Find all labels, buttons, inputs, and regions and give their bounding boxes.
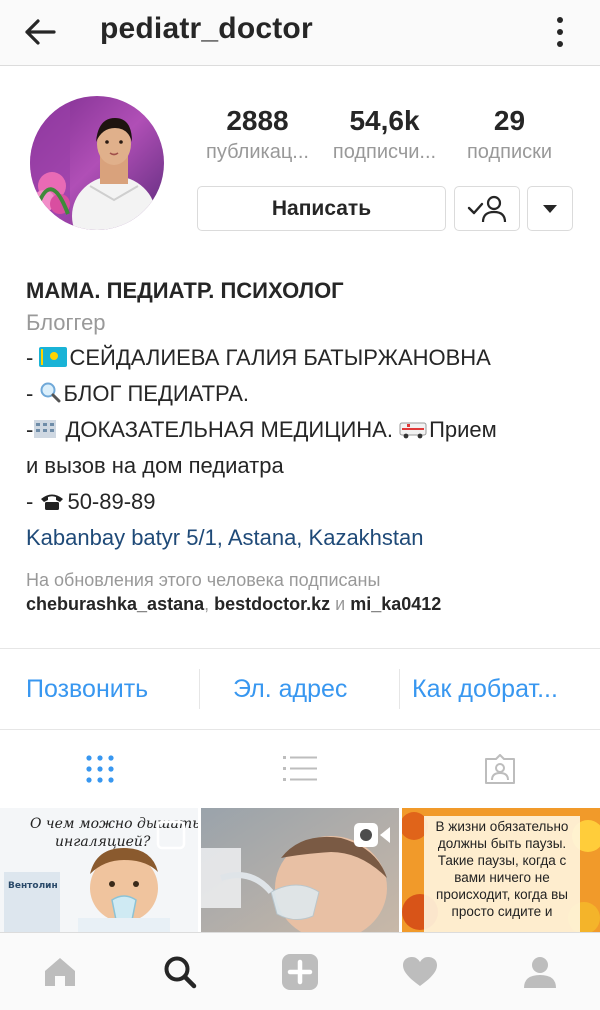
- posts-grid: О чем можно дышать ингаляцией? Вентолин: [0, 808, 600, 932]
- ambulance-emoji-icon: [399, 422, 427, 439]
- tab-list[interactable]: [200, 730, 400, 808]
- post-text: В жизни обязательно должны быть паузы. Т…: [435, 819, 569, 919]
- post-thumbnail[interactable]: В жизни обязательно должны быть паузы. Т…: [402, 808, 600, 932]
- bottom-navigation: [0, 932, 600, 1010]
- bio-line-text: СЕЙДАЛИЕВА ГАЛИЯ БАТЫРЖАНОВНА: [69, 345, 491, 370]
- following-count-label: подписки: [466, 141, 553, 163]
- tab-tagged[interactable]: [400, 730, 600, 808]
- following-check-icon: [467, 195, 507, 222]
- chevron-down-icon: [543, 204, 557, 213]
- posts-count-label: публикац...: [206, 141, 309, 163]
- home-icon: [45, 958, 75, 986]
- email-button[interactable]: Эл. адрес: [233, 649, 393, 729]
- bio-line-prefix: -: [26, 381, 40, 406]
- followed-by-user[interactable]: bestdoctor.kz: [214, 594, 330, 614]
- profile-username: pediatr_doctor: [100, 12, 313, 45]
- nav-home[interactable]: [0, 933, 120, 1010]
- profile-stats: 2888 публикац... 54,6k подписчи... 29 по…: [196, 104, 566, 174]
- bio-phone-text: 50-89-89: [67, 489, 156, 514]
- contact-actions: Позвонить Эл. адрес Как добрат...: [0, 648, 600, 730]
- separator-and: и: [330, 594, 351, 614]
- top-bar: pediatr_doctor: [0, 0, 600, 66]
- profile-location[interactable]: Kabanbay batyr 5/1, Astana, Kazakhstan: [26, 520, 586, 556]
- profile-bio: МАМА. ПЕДИАТР. ПСИХОЛОГ Блоггер - СЕЙДАЛ…: [26, 276, 586, 556]
- hospital-emoji-icon: [34, 420, 57, 438]
- followers-count-label: подписчи...: [332, 141, 437, 163]
- following-count[interactable]: 29 подписки: [448, 104, 571, 166]
- bio-line: - БЛОГ ПЕДИАТРА.: [26, 376, 586, 412]
- add-icon: [282, 954, 318, 990]
- directions-button[interactable]: Как добрат...: [412, 649, 592, 729]
- followers-count[interactable]: 54,6k подписчи...: [323, 104, 446, 166]
- bio-line: - ДОКАЗАТЕЛЬНАЯ МЕДИЦИНА. Прием: [26, 412, 586, 448]
- divider: [199, 669, 200, 709]
- grid-icon: [86, 755, 114, 783]
- phone-icon: [41, 494, 64, 510]
- search-icon: [164, 956, 197, 989]
- followers-count-value: 54,6k: [349, 105, 420, 136]
- followed-by-user[interactable]: cheburashka_astana: [26, 594, 204, 614]
- bio-line: и вызов на дом педиатра: [26, 453, 284, 478]
- call-button[interactable]: Позвонить: [26, 649, 198, 729]
- post-thumbnail-video[interactable]: [201, 808, 399, 932]
- profile-icon: [524, 957, 556, 988]
- separator: ,: [204, 594, 215, 614]
- bio-line-prefix: -: [26, 345, 40, 370]
- posts-count-value: 2888: [226, 105, 289, 136]
- post-text: ингаляцией?: [55, 834, 151, 850]
- post-box-label: Вентолин: [8, 881, 58, 891]
- nav-search[interactable]: [120, 933, 240, 1010]
- followed-by-user[interactable]: mi_ka0412: [350, 594, 441, 614]
- bio-line-text: БЛОГ ПЕДИАТРА.: [63, 381, 250, 406]
- post-thumbnail[interactable]: О чем можно дышать ингаляцией? Вентолин: [0, 808, 198, 932]
- profile-category: Блоггер: [26, 310, 106, 335]
- bio-line-prefix: -: [26, 489, 40, 514]
- nav-activity[interactable]: [360, 933, 480, 1010]
- posts-count[interactable]: 2888 публикац...: [196, 104, 319, 166]
- following-button[interactable]: [454, 186, 520, 231]
- nav-profile[interactable]: [480, 933, 600, 1010]
- tagged-icon: [485, 754, 515, 784]
- kazakhstan-flag-icon: [39, 347, 68, 367]
- profile-tabs: [0, 730, 600, 808]
- following-count-value: 29: [493, 105, 526, 136]
- nav-add[interactable]: [240, 933, 360, 1010]
- video-indicator-icon: [353, 822, 391, 853]
- bio-line-prefix: -: [26, 417, 34, 442]
- back-arrow-icon[interactable]: [18, 10, 62, 54]
- profile-full-name: МАМА. ПЕДИАТР. ПСИХОЛОГ: [26, 278, 344, 303]
- profile-avatar[interactable]: [30, 96, 164, 230]
- bio-line-text: ДОКАЗАТЕЛЬНАЯ МЕДИЦИНА.: [59, 417, 400, 442]
- bio-line: - 50-89-89: [26, 484, 586, 520]
- magnifier-emoji-icon: [40, 382, 61, 403]
- tab-grid[interactable]: [0, 730, 200, 808]
- bio-line: - СЕЙДАЛИЕВА ГАЛИЯ БАТЫРЖАНОВНА: [26, 340, 586, 376]
- suggestions-dropdown-button[interactable]: [527, 186, 573, 231]
- heart-icon: [403, 957, 437, 986]
- bio-line-tail: Прием: [429, 417, 497, 442]
- divider: [399, 669, 400, 709]
- post-text: О чем можно дышать: [30, 816, 198, 832]
- followed-by-header: На обновления этого человека подписаны: [26, 570, 381, 590]
- message-button[interactable]: Написать: [197, 186, 446, 231]
- followed-by-list: cheburashka_astana, bestdoctor.kz и mi_k…: [26, 594, 441, 615]
- more-options-icon[interactable]: [538, 8, 582, 56]
- list-icon: [283, 756, 317, 781]
